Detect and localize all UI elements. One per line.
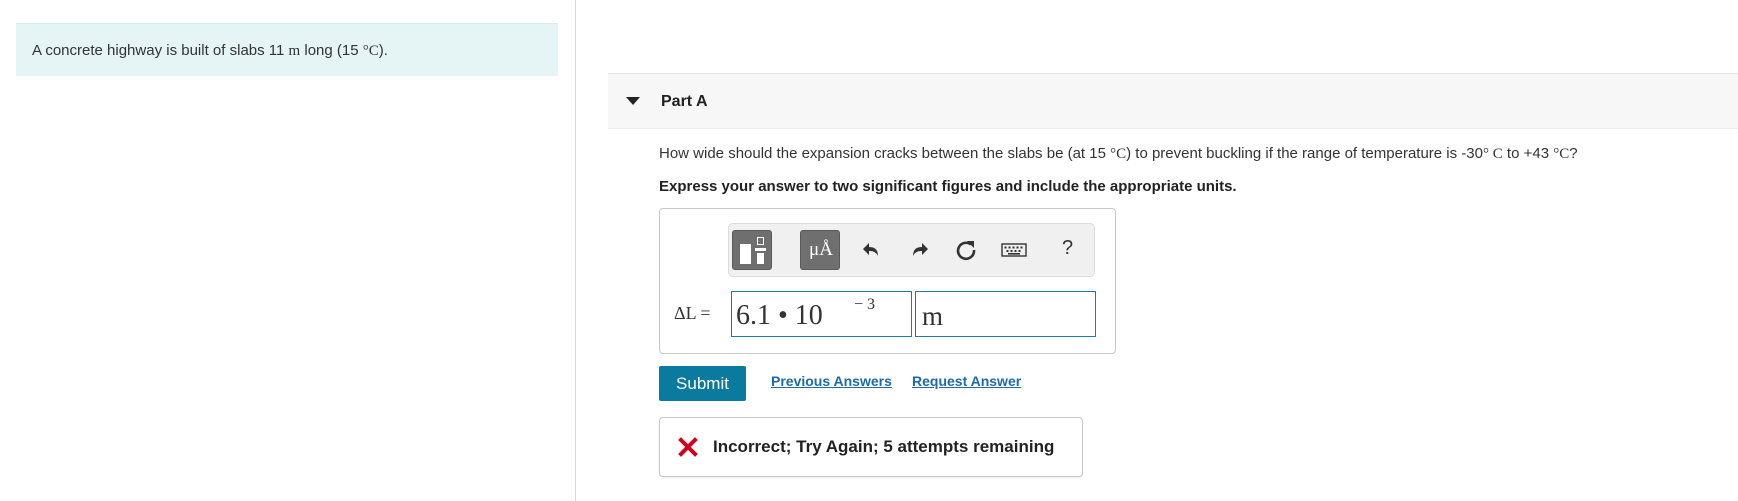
reset-icon[interactable] [954,238,978,262]
unit-value: m [922,301,944,331]
undo-icon[interactable] [860,238,884,262]
part-title: Part A [661,93,708,110]
value-input[interactable]: 6.1 • 10 − 3 [731,291,912,337]
problem-length-unit: m [288,43,301,59]
previous-answers-link[interactable]: Previous Answers [771,373,892,389]
value-mantissa: 6.1 • 10 [736,300,823,331]
units-label: μÅ [809,239,833,260]
feedback-message: Incorrect; Try Again; 5 attempts remaini… [713,437,1055,456]
problem-statement: A concrete highway is built of slabs 11 … [16,23,558,76]
help-button[interactable]: ? [1062,237,1073,260]
answer-instruction: Express your answer to two significant f… [659,178,1237,195]
redo-icon[interactable] [907,238,931,262]
caret-down-icon[interactable] [626,97,640,105]
problem-text-before: A concrete highway is built of slabs 11 [32,42,289,59]
delta-l-label: ΔL = [674,303,711,323]
problem-text-mid: long (15 [300,42,363,59]
keyboard-icon[interactable] [1001,238,1027,262]
answer-box: μÅ ? ΔL = 6.1 • 10 − 3 m [659,208,1116,354]
panel-divider [575,0,576,501]
unit-input[interactable]: m [915,291,1096,337]
problem-temp-unit: °C [362,43,379,59]
part-a-header[interactable]: Part A [608,73,1738,129]
math-toolbar: μÅ ? [728,223,1095,277]
x-mark-icon [678,437,698,457]
question-text: How wide should the expansion cracks bet… [659,145,1578,162]
units-button[interactable]: μÅ [800,230,840,270]
submit-button[interactable]: Submit [659,366,746,401]
templates-icon[interactable] [732,230,772,270]
problem-text-after: ). [378,42,388,59]
value-exponent: − 3 [854,296,876,313]
feedback-box: Incorrect; Try Again; 5 attempts remaini… [659,417,1083,477]
request-answer-link[interactable]: Request Answer [912,373,1021,389]
